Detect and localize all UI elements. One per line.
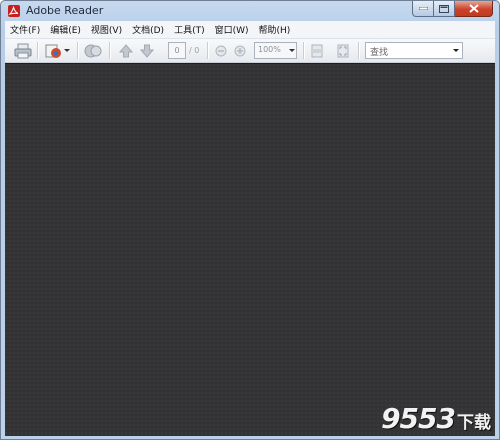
maximize-icon (439, 4, 449, 13)
window-title: Adobe Reader (26, 4, 104, 17)
arrow-down-icon (140, 44, 154, 58)
close-button[interactable] (455, 1, 493, 17)
search-placeholder: 查找 (370, 48, 389, 58)
menu-view[interactable]: 视图(V) (86, 23, 127, 36)
print-button[interactable] (13, 42, 33, 59)
page-number-input[interactable]: 0 (168, 42, 186, 59)
share-icon (84, 44, 102, 57)
zoom-in-icon (234, 45, 246, 56)
arrow-up-icon (119, 43, 133, 57)
menu-tools[interactable]: 工具(T) (169, 23, 210, 36)
fit-page-icon (311, 44, 323, 57)
window-controls (412, 1, 493, 18)
watermark-logo: 9553 下载 (381, 402, 491, 435)
create-pdf-button[interactable] (43, 42, 63, 59)
zoom-in-button[interactable] (232, 42, 248, 59)
watermark-number: 9553 (381, 402, 456, 435)
close-icon (468, 4, 479, 13)
minimize-button[interactable] (412, 1, 434, 17)
full-screen-icon (337, 44, 349, 57)
zoom-out-icon (215, 45, 227, 56)
create-pdf-dropdown[interactable] (63, 42, 71, 59)
next-page-button[interactable] (138, 42, 156, 59)
chevron-down-icon (64, 48, 70, 52)
previous-page-button[interactable] (117, 42, 135, 59)
chevron-down-icon (289, 49, 295, 52)
full-screen-button[interactable] (335, 42, 351, 59)
menu-file[interactable]: 文件(F) (5, 23, 45, 36)
document-area[interactable] (5, 63, 495, 436)
maximize-button[interactable] (434, 1, 455, 17)
menu-help[interactable]: 帮助(H) (254, 23, 296, 36)
toolbar: 0 / 0 100% 查找 (5, 39, 495, 63)
zoom-out-button[interactable] (213, 42, 229, 59)
chevron-down-icon (453, 49, 459, 52)
menu-edit[interactable]: 编辑(E) (45, 23, 86, 36)
fit-page-button[interactable] (309, 42, 325, 59)
menu-document[interactable]: 文档(D) (127, 23, 169, 36)
zoom-select[interactable]: 100% (254, 42, 297, 59)
create-pdf-icon (45, 44, 61, 58)
watermark-text: 下载 (457, 413, 491, 433)
app-window: Adobe Reader 文件(F) 编辑(E) 视图(V) 文档(D) 工具(… (0, 0, 500, 440)
zoom-value: 100% (258, 45, 281, 54)
minimize-icon (418, 7, 428, 10)
share-button[interactable] (83, 42, 103, 59)
title-bar[interactable]: Adobe Reader (1, 1, 499, 21)
menu-window[interactable]: 窗口(W) (210, 23, 254, 36)
adobe-reader-icon (8, 5, 20, 17)
search-input[interactable]: 查找 (365, 42, 463, 59)
page-total: / 0 (189, 46, 200, 55)
menu-bar: 文件(F) 编辑(E) 视图(V) 文档(D) 工具(T) 窗口(W) 帮助(H… (5, 21, 495, 39)
print-icon (14, 43, 32, 58)
